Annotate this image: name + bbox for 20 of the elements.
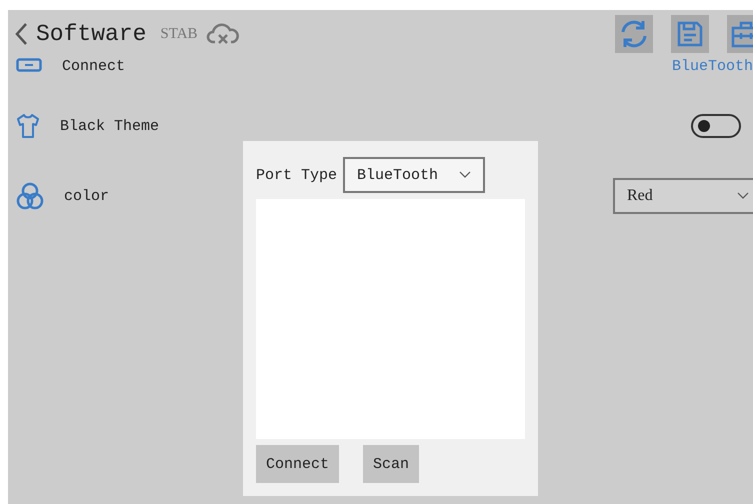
cloud-off-icon [206,22,240,46]
port-type-label: Port Type [256,166,338,184]
setting-label: color [64,188,110,204]
setting-label: Black Theme [60,118,160,134]
port-type-dropdown[interactable]: BlueTooth [343,157,486,193]
toggle-switch[interactable] [691,114,741,138]
monitor-icon [16,58,42,72]
setting-label: Connect [62,58,126,75]
dialog-button[interactable]: Scan [363,445,420,483]
page-subtitle: STAB [160,26,198,42]
refresh-button[interactable] [615,15,653,53]
dialog-button[interactable]: Connect [256,445,340,483]
shirt-icon [16,113,40,139]
save-button[interactable] [671,15,709,53]
color-dropdown[interactable]: Red [613,178,753,214]
back-icon[interactable] [14,22,28,46]
chevron-down-icon [737,192,749,200]
chevron-down-icon [459,171,472,179]
palette-icon [16,182,44,210]
page-title: Software [36,21,146,47]
